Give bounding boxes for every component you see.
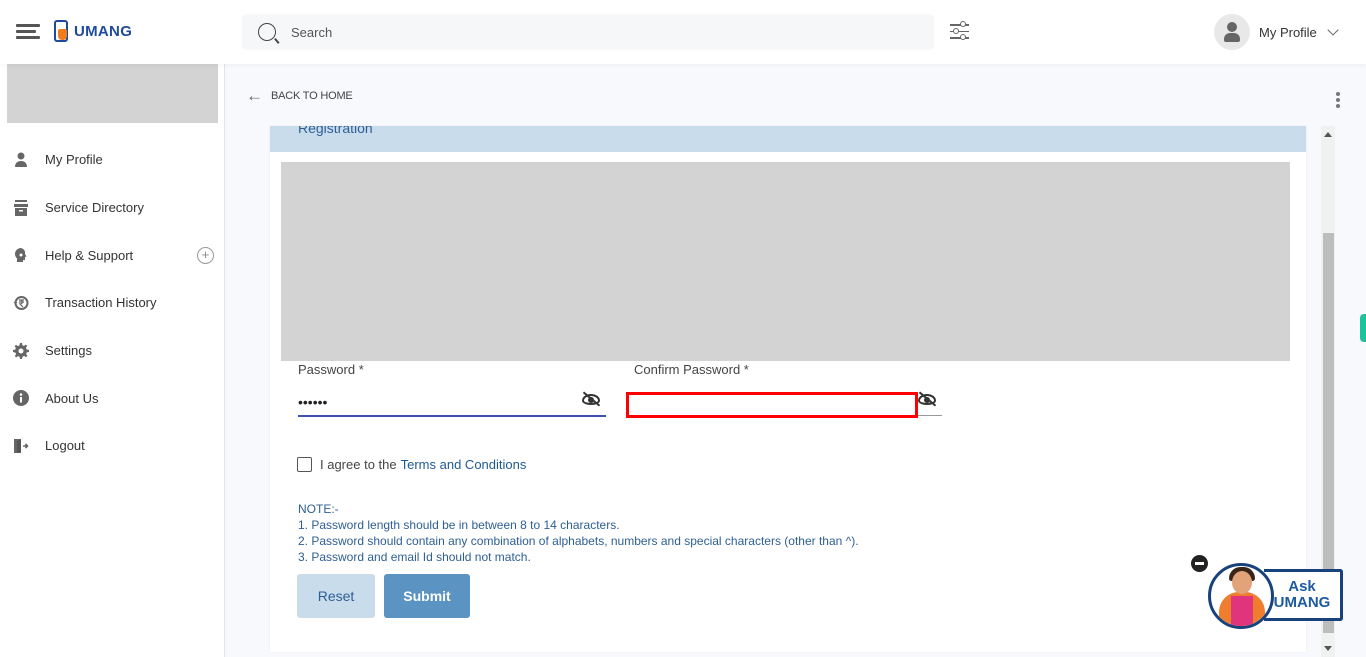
note-item: 3. Password and email Id should not matc…: [298, 550, 531, 564]
sidebar-item-transaction-history[interactable]: Transaction History: [0, 279, 224, 327]
sidebar: My Profile Service Directory Help & Supp…: [0, 64, 225, 657]
logout-icon: [13, 438, 29, 454]
eye-slash-icon[interactable]: [582, 391, 601, 407]
profile-name: My Profile: [1259, 24, 1317, 40]
chevron-down-icon: [1327, 24, 1339, 36]
sidebar-item-label: About Us: [45, 390, 99, 406]
confirm-password-label: Confirm Password *: [634, 362, 749, 377]
reset-button[interactable]: Reset: [297, 574, 375, 618]
terms-link[interactable]: Terms and Conditions: [401, 457, 527, 472]
more-options-icon[interactable]: [1336, 92, 1340, 110]
terms-agreement: I agree to the Terms and Conditions: [297, 457, 526, 472]
back-label: BACK TO HOME: [271, 90, 353, 102]
password-label: Password *: [298, 362, 364, 377]
search-input[interactable]: [291, 24, 891, 40]
sidebar-nav: My Profile Service Directory Help & Supp…: [0, 136, 224, 470]
ask-umang-assistant[interactable]: Ask UMANG: [1188, 548, 1344, 629]
note-item: 1. Password length should be in between …: [298, 518, 620, 532]
scroll-up-icon[interactable]: [1324, 132, 1332, 137]
password-input[interactable]: [298, 389, 578, 415]
sidebar-item-label: Help & Support: [45, 247, 134, 263]
password-underline: [298, 415, 606, 417]
search-icon: [258, 23, 276, 41]
menu-icon[interactable]: [16, 24, 40, 42]
sidebar-item-label: Service Directory: [45, 200, 144, 216]
sidebar-item-logout[interactable]: Logout: [0, 422, 224, 470]
agree-text: I agree to the: [320, 457, 397, 472]
card-title: Registration: [298, 126, 373, 136]
filter-icon[interactable]: [950, 21, 969, 41]
avatar: [1214, 14, 1250, 50]
arrow-left-icon: ←: [246, 86, 263, 105]
redacted-content-area: [281, 162, 1290, 361]
note-heading: NOTE:-: [298, 502, 339, 516]
user-icon: [13, 152, 29, 168]
scroll-down-icon[interactable]: [1324, 646, 1332, 651]
sidebar-item-service-directory[interactable]: Service Directory: [0, 184, 224, 232]
expand-plus-icon[interactable]: +: [197, 246, 214, 264]
sidebar-item-about-us[interactable]: About Us: [0, 374, 224, 422]
search-bar[interactable]: [242, 14, 934, 50]
app-name: UMANG: [74, 22, 133, 40]
ask-line2: UMANG: [1273, 594, 1331, 611]
archive-icon: [13, 199, 29, 216]
submit-button[interactable]: Submit: [384, 574, 470, 618]
assistant-avatar-icon: [1208, 563, 1274, 629]
back-to-home-link[interactable]: ← BACK TO HOME: [246, 86, 353, 105]
profile-menu[interactable]: My Profile: [1214, 14, 1339, 50]
registration-card: Registration Password * Confirm Password…: [270, 126, 1306, 652]
note-item: 2. Password should contain any combinati…: [298, 534, 859, 548]
sidebar-item-label: Settings: [45, 343, 92, 359]
password-notes: NOTE:- 1. Password length should be in b…: [298, 501, 859, 565]
highlight-box: [626, 392, 918, 418]
sidebar-item-label: My Profile: [45, 152, 103, 168]
headset-icon: [13, 247, 29, 263]
top-bar: UMANG My Profile: [0, 0, 1366, 64]
ask-umang-label: Ask UMANG: [1264, 569, 1343, 621]
sidebar-item-label: Logout: [45, 438, 85, 454]
app-logo[interactable]: UMANG: [54, 20, 132, 42]
feedback-tab[interactable]: [1360, 314, 1366, 342]
rupee-history-icon: [13, 295, 29, 311]
info-icon: [13, 390, 29, 407]
minimize-icon[interactable]: [1191, 555, 1208, 572]
eye-slash-icon[interactable]: [918, 391, 937, 407]
sidebar-item-label: Transaction History: [45, 295, 157, 311]
sidebar-item-settings[interactable]: Settings: [0, 327, 224, 375]
agree-checkbox[interactable]: [297, 457, 312, 472]
ask-line1: Ask: [1288, 578, 1316, 595]
sidebar-banner: [7, 64, 218, 123]
gear-icon: [13, 342, 29, 359]
sidebar-item-my-profile[interactable]: My Profile: [0, 136, 224, 184]
card-header: Registration: [270, 126, 1306, 152]
umang-logo-icon: [54, 20, 68, 42]
sidebar-item-help-support[interactable]: Help & Support +: [0, 231, 224, 279]
password-field: Password *: [298, 362, 606, 422]
